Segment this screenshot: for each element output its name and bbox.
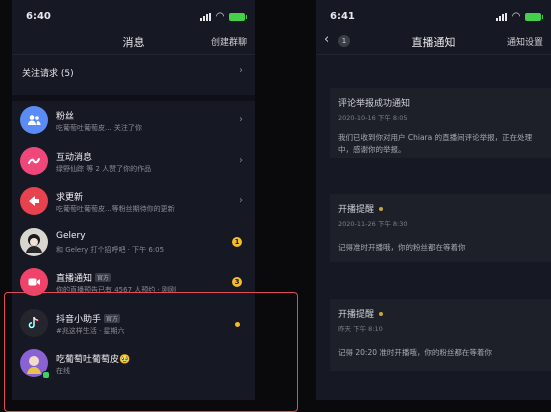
unread-badge: 3: [232, 277, 242, 287]
list-item-fans[interactable]: 粉丝 吃葡萄吐葡萄皮... 关注了你 ›: [12, 101, 255, 142]
message-preview: 和 Gelery 打个招呼吧 · 下午 6:05: [56, 245, 165, 254]
online-indicator: [42, 371, 50, 379]
notification-card: 评论举报成功通知 2020-10-16 下午 8:05 我们已收到你对用户 Ch…: [330, 88, 551, 158]
message-name: 求更新: [56, 193, 84, 203]
wifi-icon: ◠: [512, 11, 520, 22]
card-body: 记得准时开播哦，你的粉丝都在等着你: [338, 243, 466, 252]
fans-icon: [20, 106, 48, 134]
official-tag: 官方: [95, 273, 112, 282]
status-time: 6:41: [330, 11, 355, 22]
status-icons: ◠: [496, 11, 543, 22]
unread-dot: [235, 321, 240, 327]
create-group-button[interactable]: 创建群聊: [211, 35, 247, 48]
message-preview: 吃葡萄吐葡萄皮...等粉丝期待你的更新: [56, 205, 175, 213]
message-preview: 绿野仙踪 等 2 人赞了你的作品: [56, 164, 152, 173]
status-dot: [379, 311, 384, 316]
battery-icon: [525, 12, 543, 21]
status-icons: ◠: [200, 11, 247, 22]
message-preview: 在线: [56, 367, 70, 375]
follow-requests-label: 关注请求 (5): [22, 69, 74, 79]
message-name: 吃葡萄吐葡萄皮🥹: [56, 355, 131, 365]
unread-badge: 1: [232, 236, 242, 247]
notification-settings-button[interactable]: 通知设置: [507, 35, 543, 48]
message-name: 直播通知: [56, 274, 93, 284]
notification-card: 开播提醒 2020-11-26 下午 8:30 记得准时开播哦，你的粉丝都在等着…: [330, 194, 551, 262]
live-notifications-screen: 6:41 ◠ ‹ 1 直播通知 通知设置 评论举报成功通知 2020-10-16…: [316, 0, 551, 400]
message-name: 抖音小助手: [56, 314, 102, 325]
signal-icon: [496, 12, 508, 21]
list-item-update-requests[interactable]: 求更新 吃葡萄吐葡萄皮...等粉丝期待你的更新 ›: [12, 182, 255, 223]
follow-requests-row[interactable]: 关注请求 (5) ›: [12, 55, 255, 101]
chevron-right-icon: ›: [239, 114, 243, 125]
card-date: 2020-11-26 下午 8:30: [338, 220, 408, 228]
chevron-right-icon: ›: [239, 154, 243, 166]
wifi-icon: ◠: [216, 11, 224, 22]
message-name: 互动消息: [56, 152, 93, 163]
live-icon: [20, 268, 48, 296]
card-body: 记得 20:20 准时开播哦，你的粉丝都在等着你: [338, 348, 492, 357]
notification-card: 开播提醒 昨天 下午 8:10 记得 20:20 准时开播哦，你的粉丝都在等着你: [330, 299, 551, 371]
list-item-interactions[interactable]: 互动消息 绿野仙踪 等 2 人赞了你的作品 ›: [12, 142, 255, 183]
update-icon: [20, 187, 48, 215]
nav-bar: ‹ 1 直播通知 通知设置: [316, 30, 551, 55]
card-title: 开播提醒: [338, 205, 375, 215]
messages-screen: 6:40 ◠ 消息 创建群聊 关注请求 (5) › 粉丝 吃葡萄吐葡萄皮... …: [12, 0, 255, 400]
message-name: 粉丝: [56, 112, 75, 122]
card-date: 昨天 下午 8:10: [338, 325, 383, 333]
tiktok-icon: [20, 308, 48, 337]
message-preview: 吃葡萄吐葡萄皮... 关注了你: [56, 124, 142, 132]
message-name: Gelery: [56, 230, 86, 241]
status-time: 6:40: [26, 11, 51, 22]
card-title: 评论举报成功通知: [338, 99, 411, 109]
chevron-right-icon: ›: [239, 65, 243, 76]
list-item-live-notifications[interactable]: 直播通知 官方 你的直播预告已有 4567 人预约 · 刚刚 3: [12, 263, 255, 304]
card-body: 我们已收到你对用户 Chiara 的直播间评论举报，正在处理中，感谢你的举报。: [338, 133, 533, 154]
message-preview: 你的直播预告已有 4567 人预约 · 刚刚: [56, 286, 176, 294]
battery-icon: [229, 12, 247, 21]
avatar: [20, 227, 48, 256]
card-date: 2020-10-16 下午 8:05: [338, 114, 408, 122]
status-dot: [379, 206, 384, 211]
signal-icon: [200, 12, 212, 21]
list-item-user[interactable]: 吃葡萄吐葡萄皮🥹 在线: [12, 344, 255, 385]
interact-icon: [20, 146, 48, 175]
status-bar: 6:41 ◠: [316, 0, 551, 30]
message-preview: #兆这样生活 · 星期六: [56, 326, 125, 335]
chevron-right-icon: ›: [239, 195, 243, 206]
list-item-douyin-assistant[interactable]: 抖音小助手 官方 #兆这样生活 · 星期六: [12, 304, 255, 345]
list-item-gelery[interactable]: Gelery 和 Gelery 打个招呼吧 · 下午 6:05 1: [12, 223, 255, 264]
status-bar: 6:40 ◠: [12, 0, 255, 30]
nav-bar: 消息 创建群聊: [12, 30, 255, 55]
card-title: 开播提醒: [338, 310, 375, 320]
official-tag: 官方: [104, 313, 121, 323]
